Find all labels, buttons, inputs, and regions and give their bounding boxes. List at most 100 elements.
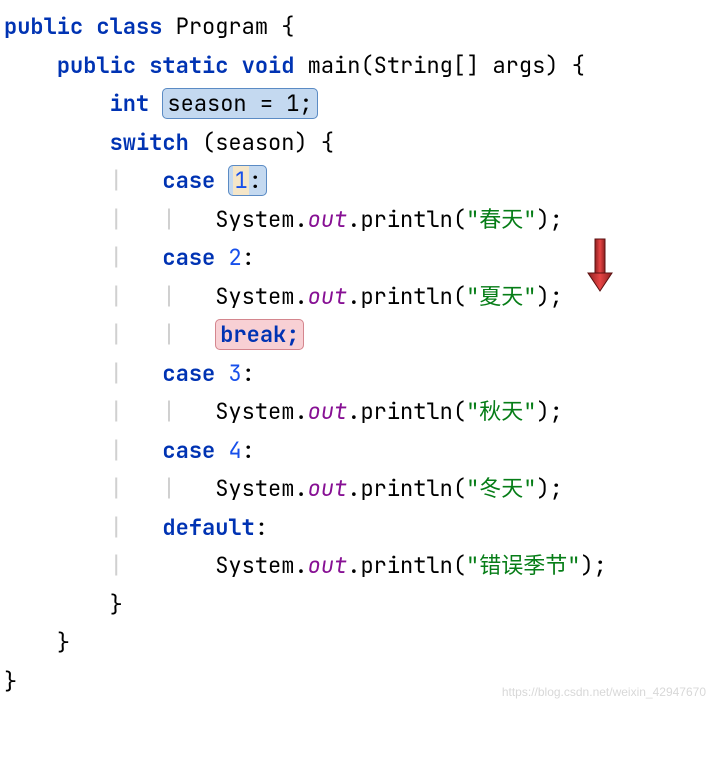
paren-close: ) [536,397,549,426]
var-season: season [215,128,294,157]
colon: : [255,513,268,542]
field-out: out [308,205,348,234]
field-out: out [308,551,348,580]
semicolon: ; [550,205,563,234]
class-name: Program [176,12,268,41]
code-line-print3: | | System.out.println("秋天"); [4,393,712,432]
paren-close: ) [536,282,549,311]
semicolon: ; [550,397,563,426]
array-brackets: [] [453,51,479,80]
keyword-void: void [242,51,295,80]
method-main: main [308,51,361,80]
highlight-season-decl: season = 1; [162,88,317,119]
dot: . [347,282,360,311]
keyword-public: public [4,12,83,41]
dot: . [347,205,360,234]
code-line-print5: | System.out.println("错误季节"); [4,547,712,586]
highlight-case1: 1: [228,165,266,196]
colon: : [242,359,255,388]
string-winter: "冬天" [466,474,536,503]
colon: : [242,243,255,272]
keyword-int: int [110,89,150,118]
paren-open: ( [360,51,373,80]
keyword-default: default [162,513,254,542]
brace-close: } [110,590,123,619]
class-system: System [215,205,294,234]
keyword-public: public [57,51,136,80]
code-line-case1: | case 1: [4,162,712,201]
brace-open: { [572,51,585,80]
dot: . [294,282,307,311]
type-string: String [374,51,453,80]
code-line-print4: | | System.out.println("冬天"); [4,470,712,509]
dot: . [347,474,360,503]
paren-open: ( [453,551,466,580]
class-system: System [215,282,294,311]
code-line-case4: | case 4: [4,432,712,471]
field-out: out [308,474,348,503]
semicolon: ; [594,551,607,580]
class-system: System [215,551,294,580]
case-num-4: 4 [228,436,241,465]
keyword-class: class [96,12,162,41]
method-println: println [360,474,452,503]
keyword-static: static [149,51,228,80]
code-line-4: switch (season) { [4,124,712,163]
semicolon: ; [550,282,563,311]
method-println: println [360,551,452,580]
paren-close: ) [294,128,307,157]
keyword-case: case [162,436,215,465]
code-line-default: | default: [4,509,712,548]
string-error-season: "错误季节" [466,551,580,580]
code-line-1: public class Program { [4,8,712,47]
paren-open: ( [453,474,466,503]
class-system: System [215,397,294,426]
brace-close: } [4,667,17,696]
paren-close: ) [580,551,593,580]
paren-open: ( [202,128,215,157]
semicolon: ; [550,474,563,503]
highlight-break: break; [215,319,304,350]
paren-close: ) [536,474,549,503]
keyword-case: case [162,243,215,272]
dot: . [347,551,360,580]
dot: . [294,551,307,580]
colon: : [249,166,262,195]
method-println: println [360,397,452,426]
code-line-2: public static void main(String[] args) { [4,47,712,86]
keyword-switch: switch [110,128,189,157]
dot: . [294,205,307,234]
brace-open: { [321,128,334,157]
paren-open: ( [453,282,466,311]
string-autumn: "秋天" [466,397,536,426]
dot: . [294,397,307,426]
paren-open: ( [453,397,466,426]
field-out: out [308,282,348,311]
keyword-case: case [162,166,215,195]
string-summer: "夏天" [466,282,536,311]
method-println: println [360,205,452,234]
field-out: out [308,397,348,426]
code-line-case3: | case 3: [4,355,712,394]
paren-open: ( [453,205,466,234]
class-system: System [215,474,294,503]
code-line-break: | | break; [4,316,712,355]
code-line-print1: | | System.out.println("春天"); [4,201,712,240]
code-line-close2: } [4,624,712,663]
paren-close: ) [545,51,558,80]
brace-close: } [57,628,70,657]
watermark: https://blog.csdn.net/weixin_42947670 [502,682,706,703]
colon: : [242,436,255,465]
code-line-close1: } [4,586,712,625]
case-num-2: 2 [228,243,241,272]
keyword-case: case [162,359,215,388]
fallthrough-arrow-icon [585,237,615,293]
string-spring: "春天" [466,205,536,234]
method-println: println [360,282,452,311]
case-num-3: 3 [228,359,241,388]
param-args: args [492,51,545,80]
code-line-3: int season = 1; [4,85,712,124]
dot: . [347,397,360,426]
case-num-1: 1 [233,166,248,195]
paren-close: ) [536,205,549,234]
